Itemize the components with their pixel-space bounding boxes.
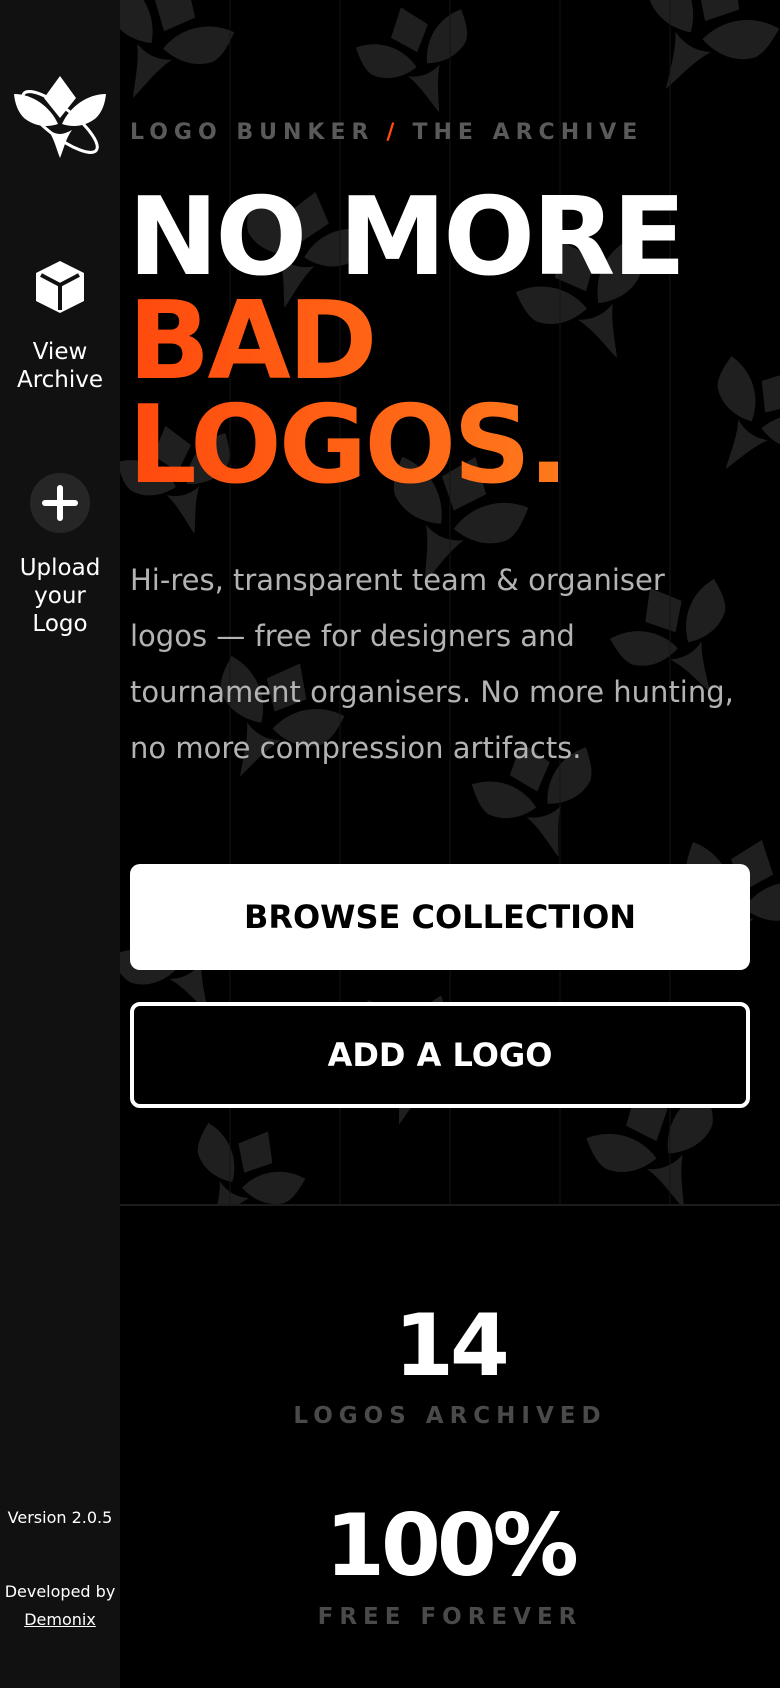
plus-icon — [30, 473, 90, 533]
breadcrumb-page: THE ARCHIVE — [412, 120, 644, 145]
breadcrumb-site: LOGO BUNKER — [130, 120, 375, 145]
developer-link[interactable]: Demonix — [0, 1606, 120, 1634]
developed-by-label: Developed by — [4, 1582, 116, 1601]
version-label: Version 2.0.5 — [7, 1508, 113, 1527]
headline-line-1: NO MORE — [128, 175, 686, 300]
sidebar-item-upload-logo[interactable]: Upload your Logo — [0, 472, 120, 638]
browse-collection-button[interactable]: BROWSE COLLECTION — [130, 864, 750, 970]
headline-line-2: BAD — [128, 288, 768, 396]
hero-headline: NO MORE BAD LOGOS. — [128, 175, 768, 500]
breadcrumb-separator: / — [386, 120, 401, 145]
hero-description: Hi-res, transparent team & organiser log… — [130, 563, 734, 765]
logos-archived-count: 14 — [394, 1296, 510, 1396]
free-forever-label: FREE FOREVER — [317, 1604, 583, 1630]
breadcrumb: LOGO BUNKER / THE ARCHIVE — [130, 120, 643, 145]
headline-line-3: LOGOS. — [128, 392, 768, 500]
add-logo-button[interactable]: ADD A LOGO — [130, 1002, 750, 1108]
sidebar-item-view-archive[interactable]: View Archive — [0, 256, 120, 394]
developer-credit: Developed by Demonix — [0, 1578, 120, 1634]
box-icon — [29, 256, 91, 318]
logos-archived-label: LOGOS ARCHIVED — [293, 1403, 607, 1429]
sidebar-item-label: View Archive — [16, 339, 104, 393]
sidebar-item-label: Upload your Logo — [19, 555, 101, 637]
free-forever-value: 100% — [325, 1496, 579, 1596]
plus-icon-wrapper — [29, 472, 91, 534]
sidebar: View Archive Upload your Logo Version 2.… — [0, 0, 120, 1688]
logo-bunker-emblem-icon[interactable] — [10, 72, 110, 172]
section-divider — [120, 1204, 780, 1206]
